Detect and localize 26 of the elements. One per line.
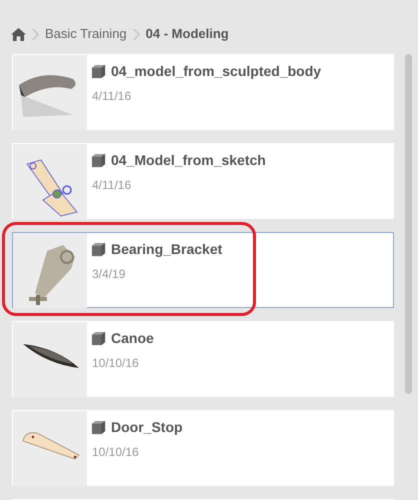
cube-icon	[91, 420, 106, 435]
file-card[interactable]: Canoe 10/10/16	[12, 321, 394, 397]
file-card[interactable]: 04_model_from_sculpted_body 4/11/16	[12, 54, 394, 130]
file-name: 04_Model_from_sketch	[111, 151, 266, 170]
file-name: Bearing_Bracket	[111, 240, 222, 259]
scrollbar[interactable]	[405, 54, 412, 394]
file-date: 10/10/16	[91, 355, 140, 372]
cube-icon	[91, 242, 106, 257]
file-name: Door_Stop	[111, 418, 183, 437]
cube-icon	[91, 331, 106, 346]
file-card[interactable]: Bearing_Bracket 3/4/19	[12, 232, 394, 308]
file-date: 4/11/16	[91, 177, 132, 194]
home-icon[interactable]	[11, 28, 26, 40]
file-card[interactable]: Door_Stop 10/10/16	[12, 410, 394, 486]
file-name: 04_model_from_sculpted_body	[111, 62, 322, 81]
file-date: 3/4/19	[91, 266, 126, 283]
chevron-icon	[32, 28, 39, 40]
cube-icon	[91, 153, 106, 168]
file-date: 4/11/16	[91, 88, 132, 105]
breadcrumb-link[interactable]: 04 - Modeling	[146, 24, 229, 44]
file-date: 10/10/16	[91, 444, 140, 461]
cube-icon	[91, 64, 106, 79]
file-name: Canoe	[111, 329, 154, 348]
breadcrumb-link[interactable]: Basic Training	[45, 24, 127, 44]
file-card[interactable]: 04_Model_from_sketch 4/11/16	[12, 143, 394, 219]
chevron-icon	[132, 28, 140, 40]
